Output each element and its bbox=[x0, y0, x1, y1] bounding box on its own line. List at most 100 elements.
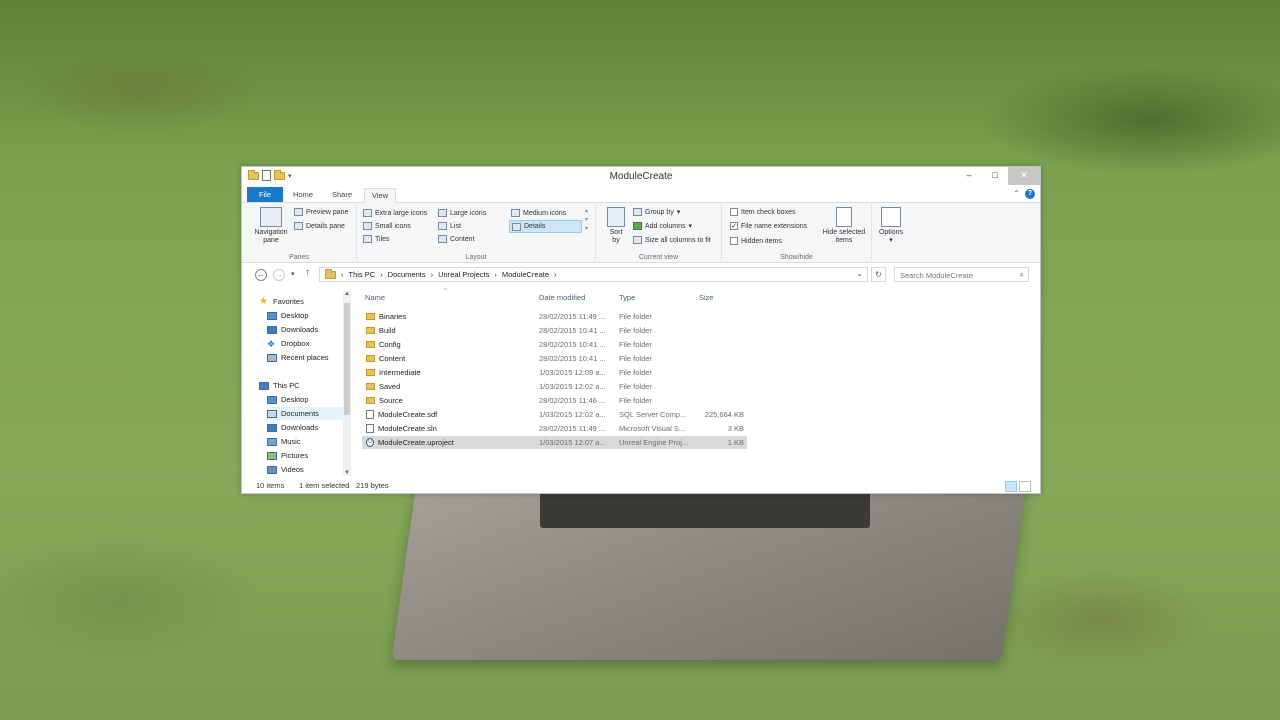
chevron-down-icon[interactable]: ▾ bbox=[585, 216, 588, 223]
nav-pc-downloads[interactable]: Downloads bbox=[267, 421, 367, 434]
column-header-type[interactable]: Type bbox=[619, 293, 635, 302]
file-row[interactable]: Content 28/02/2015 10:41 ... File folder bbox=[362, 352, 747, 365]
dropdown-icon: ▾ bbox=[688, 223, 692, 230]
nav-pc-videos[interactable]: Videos bbox=[267, 463, 367, 476]
nav-fav-dropbox[interactable]: ❖ Dropbox bbox=[267, 337, 367, 350]
content-view-button[interactable]: Content bbox=[438, 235, 475, 243]
breadcrumb-separator[interactable]: › bbox=[341, 270, 344, 279]
status-item-count: 10 items bbox=[256, 481, 285, 490]
sort-by-button[interactable]: Sort by bbox=[604, 207, 628, 245]
file-row[interactable]: Intermediate 1/03/2015 12:09 a... File fol… bbox=[362, 366, 747, 379]
column-header-name[interactable]: Name bbox=[365, 293, 385, 302]
nav-pc-pictures[interactable]: Pictures bbox=[267, 449, 367, 462]
content-icon bbox=[438, 235, 447, 243]
large-icons-button[interactable]: Large icons bbox=[438, 209, 486, 217]
extra-large-icons-button[interactable]: Extra large icons bbox=[363, 209, 427, 217]
file-row[interactable]: Build 28/02/2015 10:41 ... File folder bbox=[362, 324, 747, 337]
add-columns-button[interactable]: Add columns ▾ bbox=[633, 222, 692, 230]
file-type: Microsoft Visual S... bbox=[619, 424, 686, 433]
scroll-up-icon[interactable]: ▲ bbox=[343, 291, 351, 297]
small-icons-button[interactable]: Small icons bbox=[363, 222, 411, 230]
current-view-group: Sort by Group by ▾ Add columns ▾ Size al… bbox=[596, 203, 722, 263]
ribbon-tabs: File Home Share View ⌃ ? bbox=[242, 186, 1040, 203]
list-icon bbox=[438, 222, 447, 230]
nav-pc-music[interactable]: Music bbox=[267, 435, 367, 448]
options-icon bbox=[881, 207, 901, 227]
file-name-extensions-toggle[interactable]: ✓ File name extensions bbox=[730, 222, 807, 230]
item-check-boxes-checkbox[interactable] bbox=[730, 208, 738, 216]
nav-fav-desktop[interactable]: Desktop bbox=[267, 309, 367, 322]
close-button[interactable]: ✕ bbox=[1008, 167, 1040, 185]
search-input[interactable]: Search ModuleCreate ⌕ bbox=[894, 267, 1029, 282]
breadcrumb-this-pc[interactable]: This PC bbox=[349, 270, 376, 279]
nav-pc-documents[interactable]: Documents bbox=[267, 407, 343, 420]
up-button[interactable]: ↑ bbox=[305, 267, 310, 278]
navigation-pane-button[interactable]: Navigation pane bbox=[250, 207, 292, 245]
back-button[interactable]: ← bbox=[255, 269, 267, 281]
file-row[interactable]: ModuleCreate.sln 28/02/2015 11:49 ... Micr… bbox=[362, 422, 747, 435]
nav-pc-desktop[interactable]: Desktop bbox=[267, 393, 367, 406]
details-icon bbox=[512, 222, 521, 231]
nav-scrollbar[interactable]: ▲ ▼ bbox=[343, 291, 351, 476]
medium-icons-button[interactable]: Medium icons bbox=[511, 209, 566, 217]
refresh-button[interactable]: ↻ bbox=[871, 267, 886, 282]
folder-icon bbox=[325, 268, 336, 279]
address-box[interactable]: › This PC › Documents › Unreal Projects … bbox=[319, 267, 868, 282]
address-dropdown-icon[interactable]: ⌄ bbox=[856, 269, 863, 278]
forward-button[interactable]: → bbox=[273, 269, 285, 281]
file-name-extensions-checkbox[interactable]: ✓ bbox=[730, 222, 738, 230]
hidden-items-toggle[interactable]: Hidden items bbox=[730, 237, 782, 245]
breadcrumb-documents[interactable]: Documents bbox=[388, 270, 426, 279]
preview-pane-icon bbox=[294, 208, 303, 216]
file-row[interactable]: U ModuleCreate.uproject 1/03/2015 12:07 a.… bbox=[362, 436, 747, 449]
file-date: 28/02/2015 11:49 ... bbox=[539, 312, 606, 321]
chevron-up-icon[interactable]: ▴ bbox=[585, 207, 588, 214]
details-view-button[interactable]: Details bbox=[509, 220, 582, 233]
file-row[interactable]: Saved 1/03/2015 12:02 a... File folder bbox=[362, 380, 747, 393]
expand-gallery-icon[interactable]: ▾ bbox=[585, 225, 588, 232]
tab-file[interactable]: File bbox=[247, 187, 284, 202]
layout-scroll[interactable]: ▴ ▾ ▾ bbox=[585, 207, 588, 232]
breadcrumb-separator[interactable]: › bbox=[494, 270, 497, 279]
tab-view[interactable]: View bbox=[364, 188, 397, 203]
collapse-ribbon-icon[interactable]: ⌃ bbox=[1013, 189, 1020, 198]
file-row[interactable]: Source 28/02/2015 11:46 ... File folder bbox=[362, 394, 747, 407]
help-icon[interactable]: ? bbox=[1025, 189, 1035, 199]
breadcrumb-separator[interactable]: › bbox=[554, 270, 557, 279]
breadcrumb-modulecreate[interactable]: ModuleCreate bbox=[502, 270, 549, 279]
file-name-cell: Build bbox=[366, 326, 526, 335]
options-button[interactable]: Options ▾ bbox=[875, 207, 907, 244]
preview-pane-button[interactable]: Preview pane bbox=[294, 208, 348, 216]
group-by-button[interactable]: Group by ▾ bbox=[633, 208, 680, 216]
search-icon[interactable]: ⌕ bbox=[1020, 270, 1024, 280]
breadcrumb-unreal-projects[interactable]: Unreal Projects bbox=[438, 270, 489, 279]
nav-fav-recent-places[interactable]: Recent places bbox=[267, 351, 367, 364]
details-view-toggle[interactable] bbox=[1005, 481, 1017, 492]
tiles-view-button[interactable]: Tiles bbox=[363, 235, 390, 243]
size-columns-button[interactable]: Size all columns to fit bbox=[633, 236, 711, 244]
file-row[interactable]: Binaries 28/02/2015 11:49 ... File folder bbox=[362, 310, 747, 323]
details-pane-button[interactable]: Details pane bbox=[294, 222, 345, 230]
maximize-button[interactable]: □ bbox=[982, 167, 1008, 185]
breadcrumb-separator[interactable]: › bbox=[431, 270, 434, 279]
file-row[interactable]: Config 28/02/2015 10:41 ... File folder bbox=[362, 338, 747, 351]
list-view-button[interactable]: List bbox=[438, 222, 461, 230]
nav-fav-downloads[interactable]: Downloads bbox=[267, 323, 367, 336]
scroll-thumb[interactable] bbox=[344, 303, 350, 415]
breadcrumb-separator[interactable]: › bbox=[380, 270, 383, 279]
small-icons-icon bbox=[363, 222, 372, 230]
tab-home[interactable]: Home bbox=[286, 188, 320, 203]
column-header-size[interactable]: Size bbox=[699, 293, 714, 302]
recent-locations-icon[interactable]: ▾ bbox=[291, 270, 295, 278]
item-check-boxes-toggle[interactable]: Item check boxes bbox=[730, 208, 795, 216]
file-row[interactable]: ModuleCreate.sdf 1/03/2015 12:02 a... SQL … bbox=[362, 408, 747, 421]
hidden-items-checkbox[interactable] bbox=[730, 237, 738, 245]
column-header-date[interactable]: Date modified bbox=[539, 293, 585, 302]
file-date: 1/03/2015 12:07 a... bbox=[539, 438, 606, 447]
file-icon bbox=[366, 410, 374, 419]
file-name: Saved bbox=[379, 382, 401, 391]
large-icons-view-toggle[interactable] bbox=[1019, 481, 1031, 492]
tab-share[interactable]: Share bbox=[325, 188, 359, 203]
minimize-button[interactable]: – bbox=[956, 167, 982, 185]
hide-selected-items-button[interactable]: Hide selected items bbox=[820, 207, 868, 245]
